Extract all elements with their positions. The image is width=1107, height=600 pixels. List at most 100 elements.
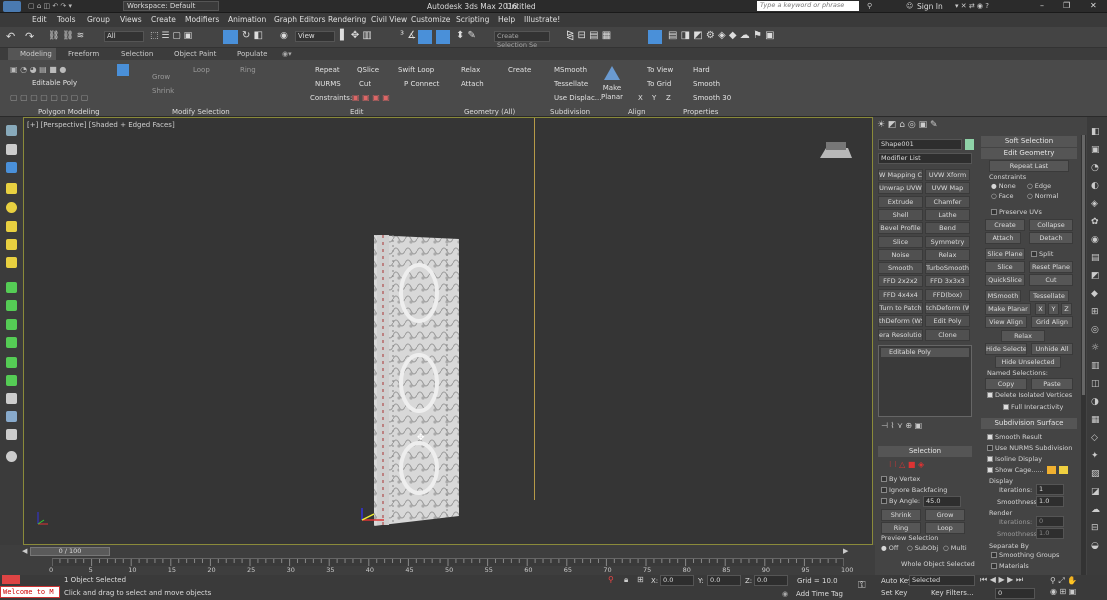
right-tool-icons[interactable]: ◧ ▣ ◔ ◐ ◈ ✿ ◉ ▤ ◩ ◆ ⊞ ◎ ☼ ▥ ◫ ◑ ▦ ◇ ✦ ▨ ◪ ☁ ⊟ ◒ bbox=[1091, 123, 1103, 555]
preview-off-radio[interactable]: ● Off bbox=[881, 544, 898, 552]
geometry-caption[interactable]: Geometry (All) bbox=[464, 108, 515, 116]
place-icon[interactable]: ◉ bbox=[280, 31, 288, 41]
info-icon[interactable] bbox=[6, 451, 17, 462]
select-move-icon[interactable] bbox=[223, 30, 238, 44]
ring-button[interactable]: Ring bbox=[881, 522, 921, 534]
constraint-none-radio[interactable]: ● None bbox=[991, 182, 1016, 190]
close-icon[interactable]: ✕ bbox=[1090, 1, 1097, 10]
menu-civil-view[interactable]: Civil View bbox=[371, 15, 407, 24]
grow-button[interactable]: Grow bbox=[925, 509, 965, 521]
relax-button[interactable]: Relax bbox=[1001, 330, 1045, 342]
modifier-button[interactable]: tchDeform (WS bbox=[925, 302, 970, 314]
modifier-button[interactable]: Shell bbox=[878, 208, 923, 221]
modifier-button[interactable]: UVW Xform bbox=[925, 169, 970, 181]
to-grid-btn[interactable]: To Grid bbox=[647, 80, 671, 88]
quickslice-button[interactable]: QuickSlice bbox=[985, 274, 1025, 286]
modify-selection-caption[interactable]: Modify Selection bbox=[172, 108, 230, 116]
prev-frame-icon[interactable]: ◀ bbox=[22, 547, 27, 555]
msmooth-button[interactable]: MSmooth bbox=[985, 290, 1021, 302]
use-nurms-checkbox[interactable]: Use NURMS Subdivision bbox=[987, 444, 1072, 452]
angle-snap-icon[interactable] bbox=[418, 30, 432, 44]
swift-loop-btn[interactable]: Swift Loop bbox=[398, 66, 434, 74]
modifier-list-dropdown[interactable]: Modifier List bbox=[878, 153, 972, 164]
show-cage-checkbox[interactable]: Show Cage...... bbox=[987, 466, 1044, 474]
poly-tool-icons[interactable]: ▢ ▢ ▢ ▢ ▢ ▢ ▢ ▢ bbox=[10, 93, 88, 102]
torus-icon[interactable] bbox=[6, 257, 17, 268]
navigation-icons[interactable]: ⚲ ⤢ ✋ ◉ ⊞ ▣ bbox=[1050, 575, 1077, 597]
poly-mode-icons[interactable]: ▣ ◔ ◕ ▤ ■ ● bbox=[10, 65, 66, 74]
help-icons[interactable]: ▾ ✕ ⇄ ◉ ? bbox=[955, 2, 989, 10]
create-btn[interactable]: Create bbox=[508, 66, 531, 74]
by-angle-input[interactable]: 45.0 bbox=[923, 496, 961, 507]
object-name-field[interactable]: Shape001 bbox=[878, 139, 962, 150]
spinner-snap-icons[interactable]: ⬍ ✎ bbox=[456, 30, 476, 41]
collapse-button[interactable]: Collapse bbox=[1029, 219, 1073, 231]
repeat-last-button[interactable]: Repeat Last bbox=[989, 160, 1069, 172]
viewcube-icon[interactable] bbox=[816, 140, 856, 164]
soft-selection-header[interactable]: Soft Selection bbox=[981, 136, 1077, 147]
select-tools-icons[interactable]: ⬚ ☰ ▢ ▣ bbox=[150, 31, 192, 41]
modifier-button[interactable]: thDeform (WSI bbox=[878, 315, 923, 328]
minimize-icon[interactable]: – bbox=[1040, 1, 1044, 10]
align-x-btn[interactable]: X bbox=[638, 94, 643, 102]
copy-button[interactable]: Copy bbox=[985, 378, 1027, 390]
tab-object-paint[interactable]: Object Paint bbox=[174, 50, 216, 58]
scrollbar-thumb[interactable] bbox=[1082, 135, 1085, 395]
by-angle-checkbox[interactable]: By Angle: bbox=[881, 497, 920, 505]
to-view-btn[interactable]: To View bbox=[647, 66, 673, 74]
timeline-track[interactable] bbox=[51, 558, 845, 566]
modifier-button[interactable]: Turn to Patch bbox=[878, 302, 923, 314]
paste-button[interactable]: Paste bbox=[1031, 378, 1073, 390]
quick-access-icons[interactable]: ▢ ⌂ ◫ ↶ ↷ ▾ bbox=[28, 2, 72, 10]
modifier-stack[interactable]: Editable Poly bbox=[878, 345, 972, 417]
undo-icon[interactable]: ↶ bbox=[6, 30, 15, 43]
time-slider[interactable]: 0 / 100 bbox=[30, 547, 110, 556]
hide-selected-button[interactable]: Hide Selected bbox=[985, 343, 1027, 355]
signin-link[interactable]: Sign In bbox=[917, 2, 943, 11]
ignore-backfacing-checkbox[interactable]: Ignore Backfacing bbox=[881, 486, 947, 494]
modifier-button[interactable]: FFD 4x4x4 bbox=[878, 288, 923, 301]
add-time-tag-button[interactable]: Add Time Tag bbox=[796, 590, 843, 598]
link-icons[interactable]: ⛓ ⛓ ≋ bbox=[48, 31, 84, 41]
scene-explorer-icon[interactable] bbox=[648, 30, 662, 44]
planar-x-button[interactable]: X bbox=[1035, 303, 1046, 315]
maximize-icon[interactable]: ❐ bbox=[1063, 1, 1070, 10]
z-coord-input[interactable]: 0.0 bbox=[754, 575, 788, 586]
edit-geometry-header[interactable]: Edit Geometry bbox=[981, 148, 1077, 159]
delete-isolated-checkbox[interactable]: Delete Isolated Vertices bbox=[987, 391, 1072, 399]
search-input[interactable]: Type a keyword or phrase bbox=[757, 1, 859, 11]
msmooth-btn[interactable]: MSmooth bbox=[554, 66, 587, 74]
cone-icon[interactable] bbox=[6, 282, 17, 293]
rotate-scale-icons[interactable]: ↻ ◧ bbox=[242, 30, 263, 41]
planar-y-button[interactable]: Y bbox=[1048, 303, 1059, 315]
qslice-btn[interactable]: QSlice bbox=[357, 66, 379, 74]
set-key-button[interactable]: Set Key bbox=[881, 589, 907, 597]
modifier-button[interactable]: era Resolution bbox=[878, 328, 923, 341]
attach-btn[interactable]: Attach bbox=[461, 80, 484, 88]
maxscript-listener[interactable]: Welcome to M bbox=[0, 586, 60, 598]
slice-button[interactable]: Slice bbox=[985, 261, 1025, 273]
selection-filter-dropdown[interactable]: All bbox=[104, 31, 144, 42]
cut-button[interactable]: Cut bbox=[1029, 274, 1073, 286]
create-button[interactable]: Create bbox=[985, 219, 1025, 231]
moulding-panel-model[interactable] bbox=[369, 233, 464, 528]
hide-unselected-button[interactable]: Hide Unselected bbox=[995, 356, 1061, 368]
smooth-result-checkbox[interactable]: Smooth Result bbox=[987, 433, 1042, 441]
stack-item[interactable]: Editable Poly bbox=[881, 348, 969, 357]
isolate-icon[interactable]: ⚲ bbox=[608, 575, 614, 584]
box-icon[interactable] bbox=[6, 183, 17, 194]
menu-rendering[interactable]: Rendering bbox=[328, 15, 366, 24]
smoothness-input[interactable]: 1.0 bbox=[1036, 496, 1064, 507]
tab-populate[interactable]: Populate bbox=[237, 50, 267, 58]
modifier-button[interactable]: Bend bbox=[925, 222, 970, 235]
menu-tools[interactable]: Tools bbox=[57, 15, 75, 24]
playback-controls[interactable]: ⏮ ◀ ▶ ▶ ⏭ bbox=[980, 575, 1023, 585]
split-checkbox[interactable]: Split bbox=[1031, 250, 1053, 258]
modifier-button[interactable]: FFD 3x3x3 bbox=[925, 275, 970, 288]
isoline-display-checkbox[interactable]: Isoline Display bbox=[987, 455, 1042, 463]
transform-mode-icon[interactable]: ⊞ bbox=[637, 575, 644, 584]
modifier-button[interactable]: Edit Poly bbox=[925, 315, 970, 328]
view-align-button[interactable]: View Align bbox=[985, 316, 1027, 328]
object-color-swatch[interactable] bbox=[965, 139, 974, 150]
modifier-button[interactable]: Noise bbox=[878, 248, 923, 261]
